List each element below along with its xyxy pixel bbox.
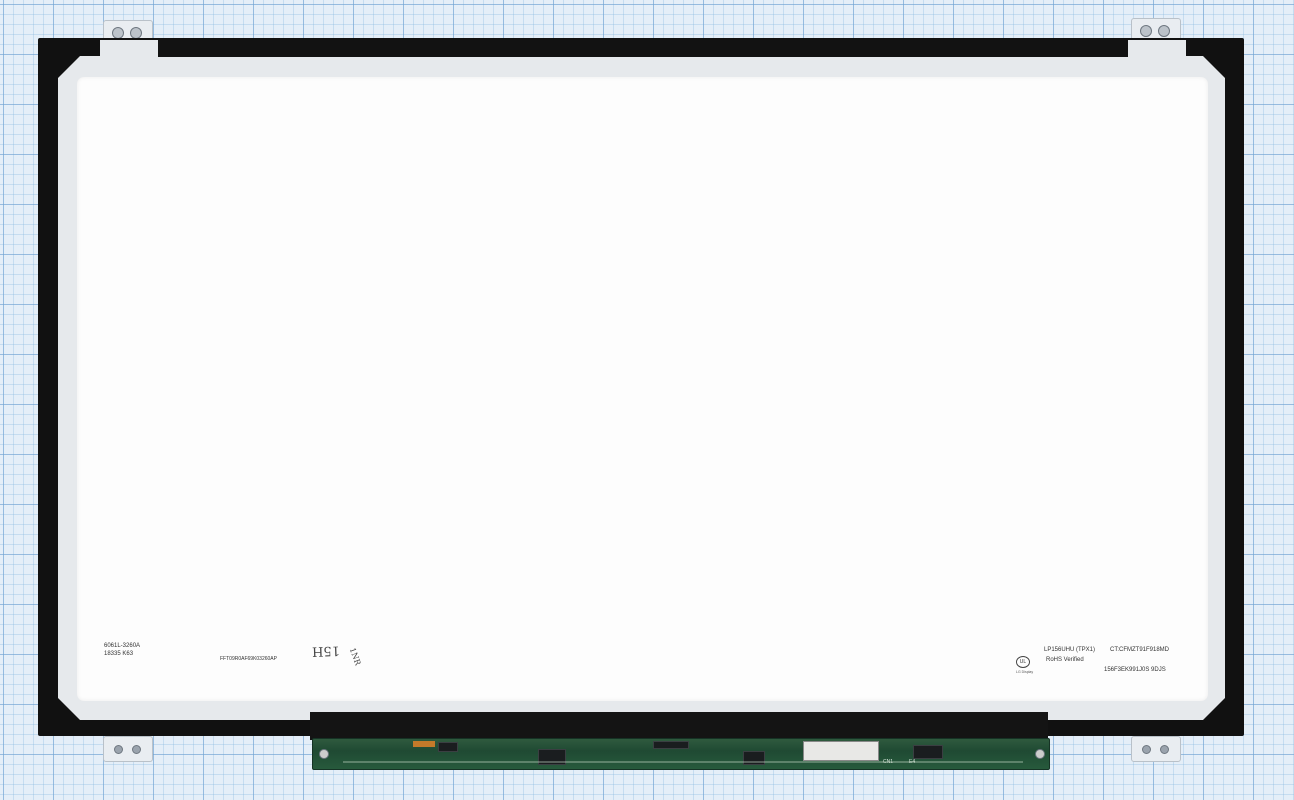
lg-display-logo-text: LG Display (1016, 670, 1034, 674)
lvds-connector (803, 741, 879, 761)
bezel-top-strip (158, 40, 1128, 57)
mount-tab-bottom-left (103, 736, 153, 762)
panel-part-number: 6061L-3260A (104, 643, 141, 649)
chip (438, 742, 458, 752)
frame-top-notch-left (100, 40, 158, 57)
frame-top-notch-right (1128, 40, 1186, 57)
ul-logo: UL (1016, 656, 1030, 668)
barcode-left-text: FFT09R0AF69K03260AP (220, 656, 277, 662)
ct-code: CT:CFMZT91F918MD (1110, 647, 1170, 653)
corner-chamfer-tl (58, 56, 80, 78)
handwritten-mark: 15H (311, 642, 341, 659)
corner-chamfer-bl (58, 698, 80, 720)
screw-hole (1140, 25, 1152, 37)
barcode-right-top (1044, 633, 1180, 646)
corner-chamfer-br (1203, 698, 1225, 720)
controller-pcb: CN1 E4 (312, 738, 1050, 770)
barcode-left (146, 642, 286, 655)
pcb-traces (343, 761, 1023, 763)
pcb-screw-hole (319, 749, 329, 759)
serial-number: 156F3EK991J0S 9DJS (1104, 667, 1166, 673)
screw-hole (132, 745, 141, 754)
mount-tab-bottom-right (1131, 736, 1181, 762)
screw-hole (114, 745, 123, 754)
chip (653, 741, 689, 749)
screw-hole (1158, 25, 1170, 37)
lg-display-logo: LG Display (1016, 670, 1033, 674)
screw-hole (1142, 745, 1151, 754)
bezel-bottom-strip (310, 712, 1048, 740)
flex-cable (413, 741, 435, 747)
corner-chamfer-tr (1203, 56, 1225, 78)
panel-date-code: 18335 K63 (104, 651, 134, 657)
chip (913, 745, 943, 759)
ul-logo-text: UL (1019, 659, 1027, 665)
model-number: LP156UHU (TPX1) (1044, 647, 1096, 653)
screw-hole (1160, 745, 1169, 754)
rohs-text: RoHS Verified (1046, 657, 1084, 663)
display-active-area (77, 77, 1208, 701)
pcb-screw-hole (1035, 749, 1045, 759)
